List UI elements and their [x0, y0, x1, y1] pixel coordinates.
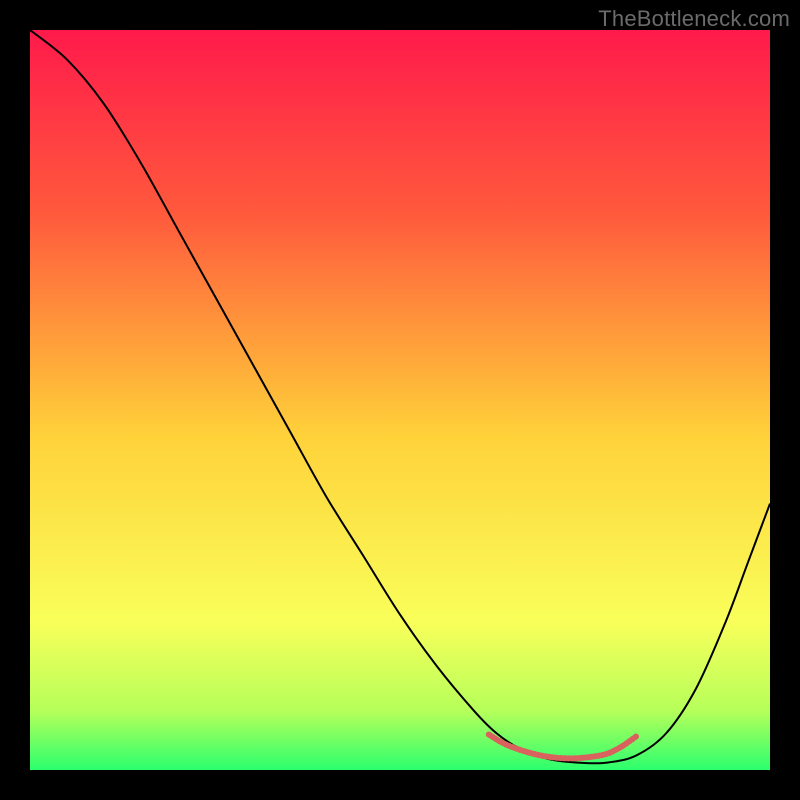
watermark-text: TheBottleneck.com: [598, 6, 790, 32]
chart-plot-area: [30, 30, 770, 770]
gradient-background: [30, 30, 770, 770]
chart-frame: TheBottleneck.com: [0, 0, 800, 800]
chart-svg: [30, 30, 770, 770]
